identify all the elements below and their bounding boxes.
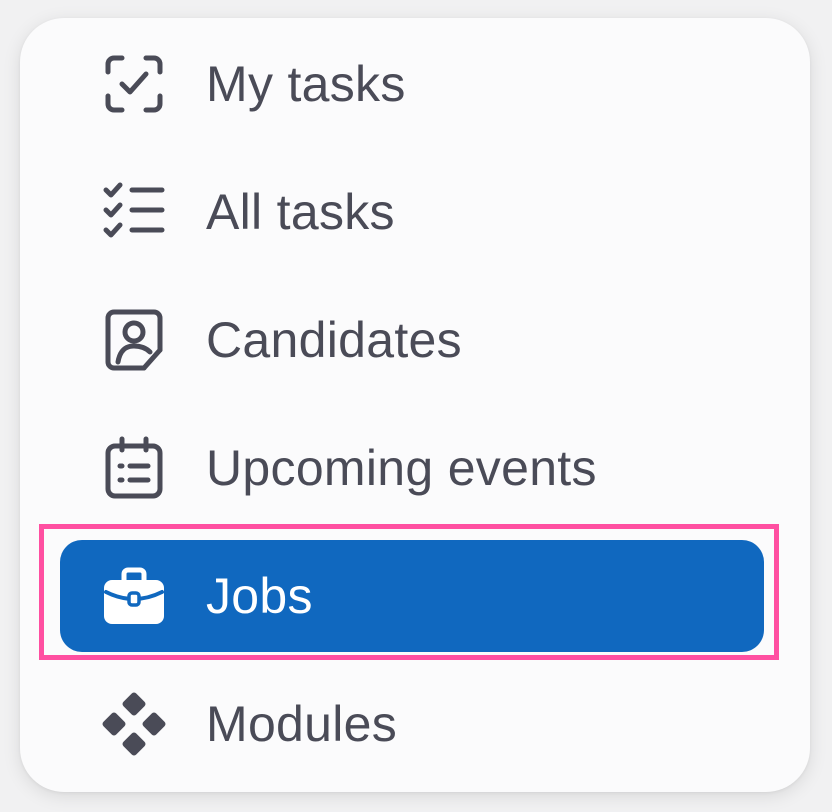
briefcase-icon	[100, 562, 168, 630]
menu-item-label: My tasks	[206, 56, 406, 112]
menu-item-label: All tasks	[206, 184, 395, 240]
task-done-icon	[100, 50, 168, 118]
menu-item-jobs[interactable]: Jobs	[60, 540, 764, 652]
list-task-icon	[100, 178, 168, 246]
navigation-menu: My tasks All tasks Candidates Upcoming e…	[20, 18, 810, 792]
menu-item-label: Candidates	[206, 312, 462, 368]
menu-item-my-tasks[interactable]: My tasks	[60, 28, 764, 140]
menu-item-label: Upcoming events	[206, 440, 597, 496]
menu-item-modules[interactable]: Modules	[60, 668, 764, 780]
modules-icon	[100, 690, 168, 758]
menu-item-candidates[interactable]: Candidates	[60, 284, 764, 396]
menu-item-label: Jobs	[206, 568, 313, 624]
menu-item-upcoming-events[interactable]: Upcoming events	[60, 412, 764, 524]
user-profile-icon	[100, 306, 168, 374]
menu-item-all-tasks[interactable]: All tasks	[60, 156, 764, 268]
menu-item-label: Modules	[206, 696, 398, 752]
calendar-overview-icon	[100, 434, 168, 502]
